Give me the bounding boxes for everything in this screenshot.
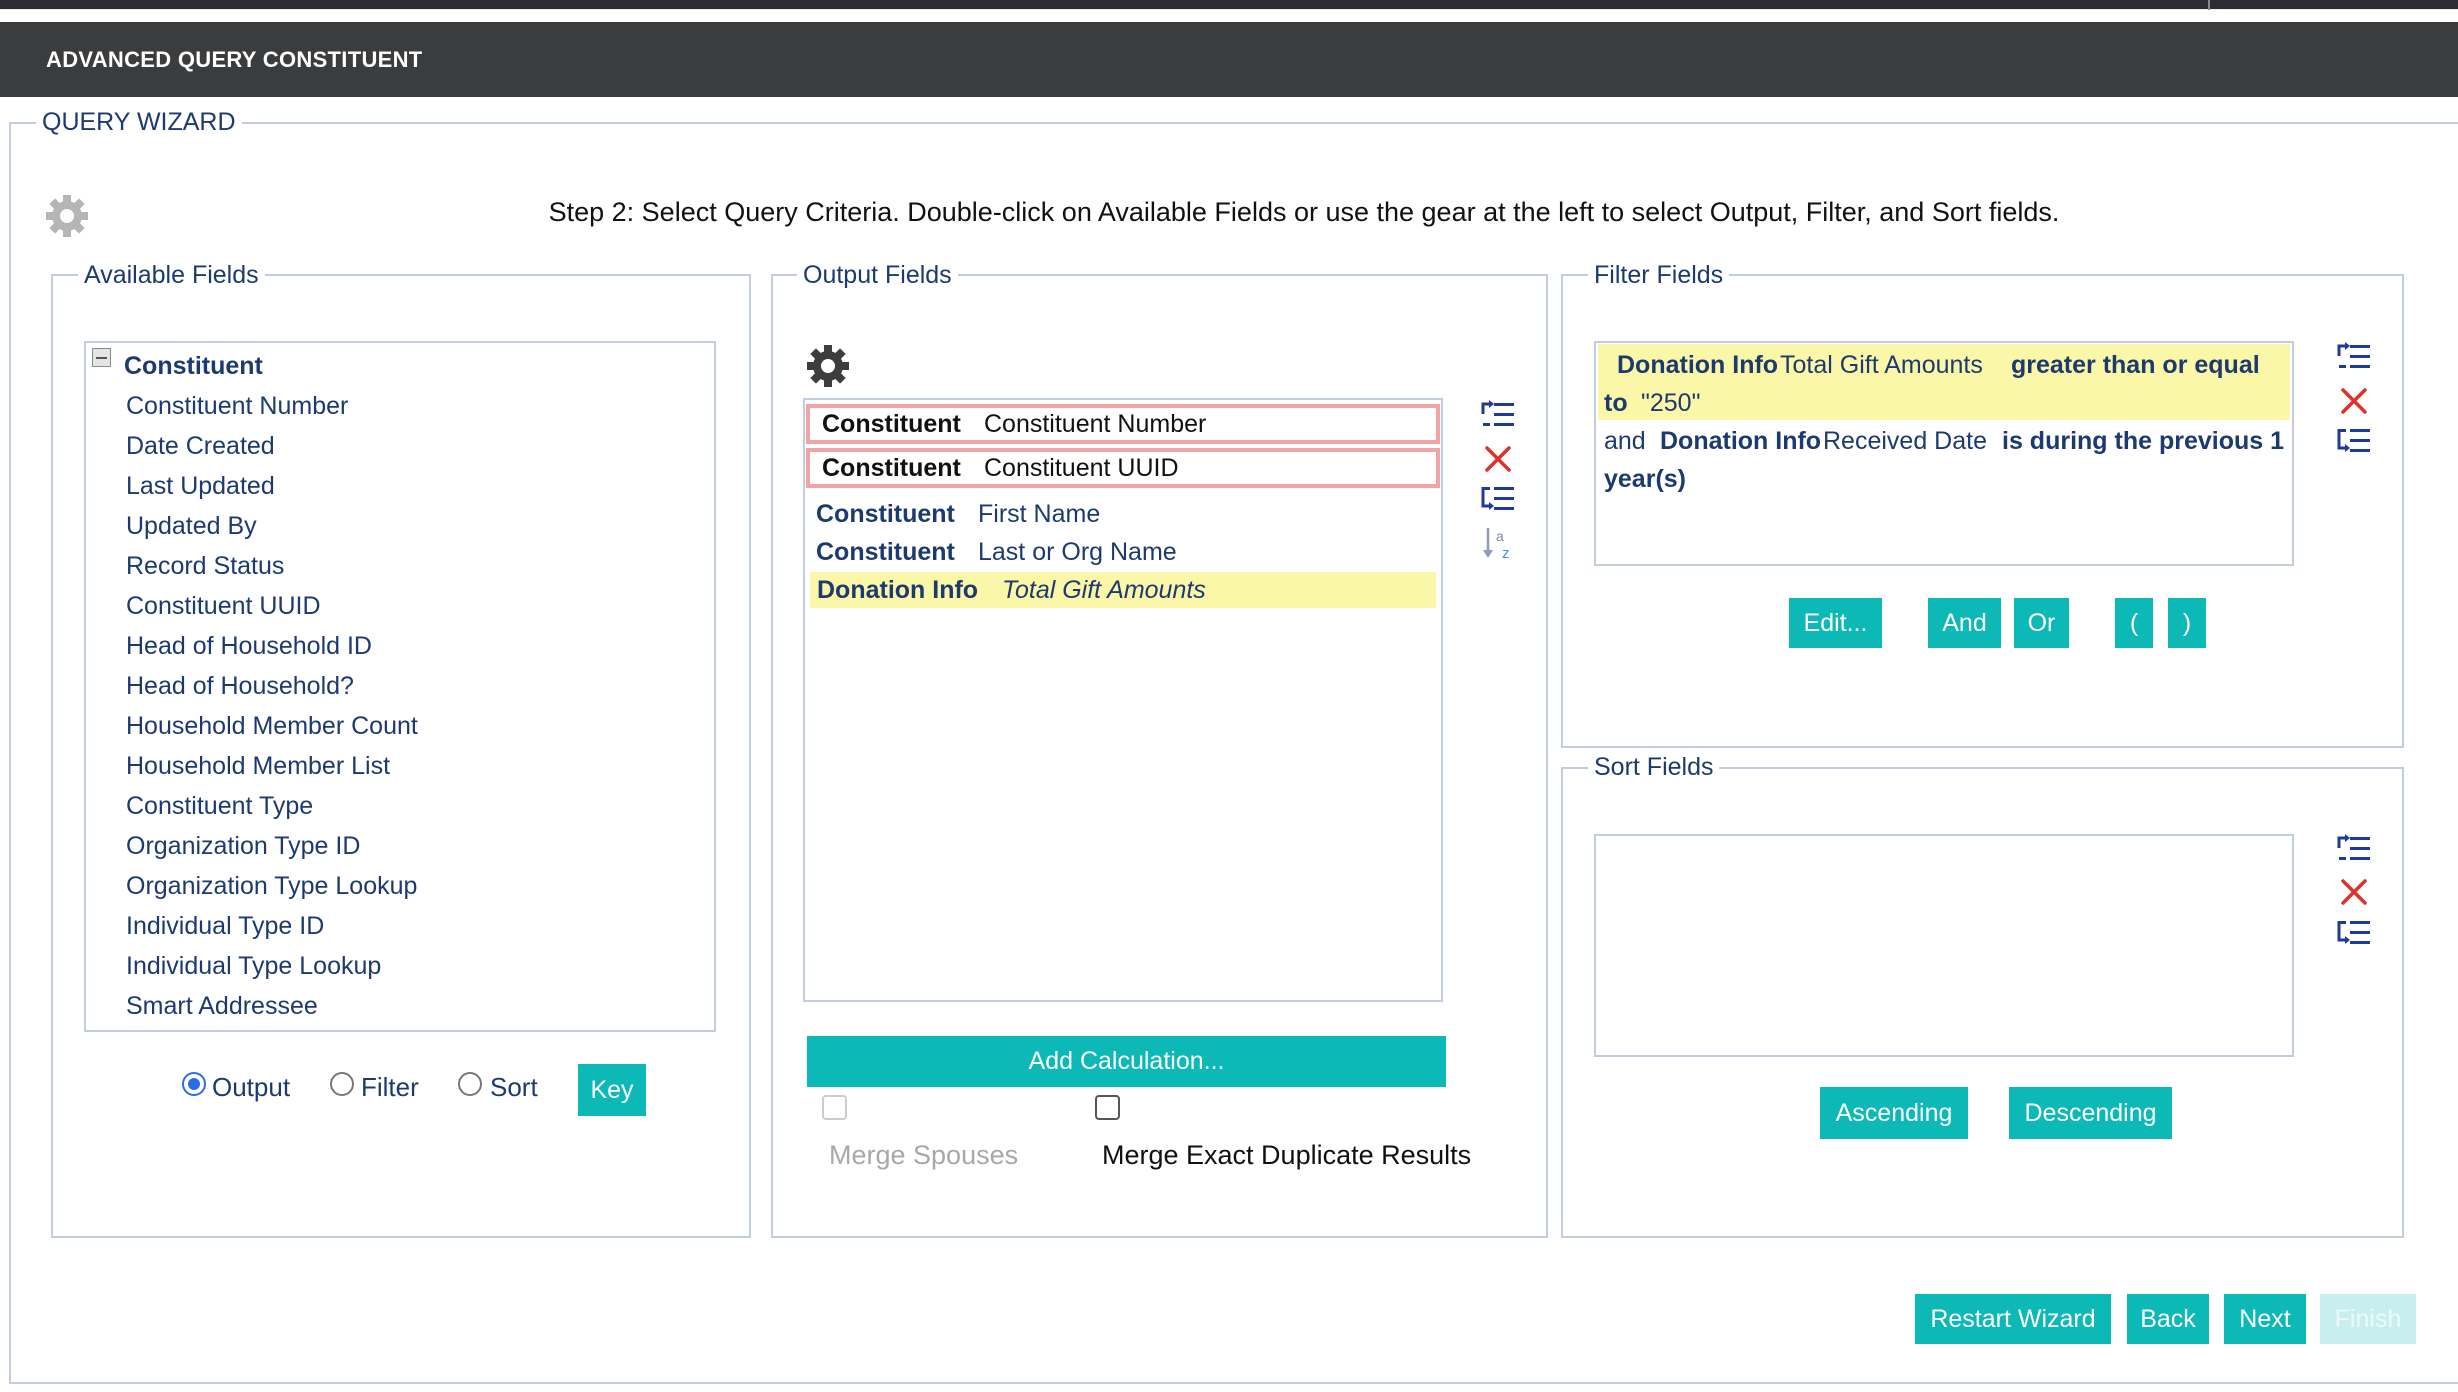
filter-radio-label[interactable]: Filter	[361, 1072, 419, 1103]
gear-icon[interactable]	[803, 341, 853, 391]
add-calculation-button[interactable]: Add Calculation...	[807, 1036, 1446, 1087]
available-field-item[interactable]: Date Created	[126, 432, 275, 461]
filter-conjunction: and	[1604, 427, 1646, 455]
filter-fields-legend: Filter Fields	[1588, 260, 1730, 290]
move-up-icon[interactable]	[2336, 834, 2372, 866]
available-field-item[interactable]: Constituent UUID	[126, 592, 321, 621]
output-radio[interactable]	[182, 1072, 206, 1096]
filter-radio[interactable]	[330, 1072, 354, 1096]
filter-value: "250"	[1641, 389, 1701, 417]
move-down-icon[interactable]	[2336, 918, 2372, 950]
move-up-icon[interactable]	[1480, 400, 1516, 432]
close-paren-button[interactable]: )	[2168, 598, 2206, 648]
sort-radio[interactable]	[458, 1072, 482, 1096]
back-button[interactable]: Back	[2127, 1294, 2209, 1344]
open-paren-button[interactable]: (	[2115, 598, 2153, 648]
and-button[interactable]: And	[1928, 598, 2001, 648]
output-row-selected[interactable]: Constituent Constituent UUID	[806, 448, 1440, 488]
step-instructions: Step 2: Select Query Criteria. Double-cl…	[548, 197, 2060, 227]
filter-field: Total Gift Amounts	[1780, 351, 1983, 379]
edit-button[interactable]: Edit...	[1789, 598, 1882, 648]
output-row-field: Constituent UUID	[984, 454, 1179, 482]
sort-fields-list[interactable]	[1594, 834, 2294, 1057]
filter-table: Donation Info	[1617, 351, 1779, 379]
filter-operator: is during the previous 1	[2002, 427, 2284, 455]
output-row-table: Constituent	[822, 410, 961, 438]
output-row[interactable]: Constituent First Name	[806, 495, 1440, 535]
filter-operator: greater than or equal	[2011, 351, 2260, 379]
output-row-field: Constituent Number	[984, 410, 1207, 438]
move-down-icon[interactable]	[1480, 484, 1516, 516]
next-button[interactable]: Next	[2224, 1294, 2306, 1344]
output-row-highlighted[interactable]: Donation Info Total Gift Amounts	[810, 572, 1436, 608]
query-wizard-legend: QUERY WIZARD	[36, 107, 242, 137]
restart-wizard-button[interactable]: Restart Wizard	[1915, 1294, 2111, 1344]
merge-duplicates-checkbox[interactable]	[1095, 1095, 1120, 1120]
available-fields-legend: Available Fields	[78, 260, 265, 290]
filter-operator-unit: year(s)	[1604, 465, 1686, 493]
available-field-item[interactable]: Organization Type Lookup	[126, 872, 417, 901]
top-strip-bar	[0, 0, 2458, 9]
svg-text:a: a	[1496, 528, 1504, 544]
output-row-field: Total Gift Amounts	[1002, 576, 1206, 604]
available-field-item[interactable]: Head of Household?	[126, 672, 354, 701]
sort-az-icon[interactable]: a z	[1482, 526, 1516, 562]
output-row-field: Last or Org Name	[978, 538, 1177, 566]
output-row-field: First Name	[978, 500, 1101, 528]
key-button[interactable]: Key	[578, 1064, 646, 1116]
page-title: ADVANCED QUERY CONSTITUENT	[46, 47, 423, 72]
output-radio-label[interactable]: Output	[212, 1072, 290, 1103]
or-button[interactable]: Or	[2014, 598, 2069, 648]
ascending-button[interactable]: Ascending	[1820, 1087, 1968, 1139]
available-field-item[interactable]: Constituent Number	[126, 392, 348, 421]
output-row-table: Constituent	[816, 538, 955, 566]
merge-duplicates-label: Merge Exact Duplicate Results	[1102, 1140, 1472, 1170]
title-bar: ADVANCED QUERY CONSTITUENT	[0, 22, 2458, 97]
top-strip-divider	[2208, 0, 2210, 10]
available-field-item[interactable]: Record Status	[126, 552, 284, 581]
collapse-icon[interactable]	[92, 348, 111, 367]
filter-field: Received Date	[1823, 427, 1987, 455]
available-field-item[interactable]: Updated By	[126, 512, 257, 541]
merge-spouses-label: Merge Spouses	[829, 1140, 1019, 1170]
available-field-item[interactable]: Last Updated	[126, 472, 275, 501]
merge-spouses-checkbox[interactable]	[822, 1095, 847, 1120]
output-fields-list[interactable]	[803, 398, 1443, 1002]
output-row[interactable]: Constituent Last or Org Name	[806, 533, 1440, 573]
filter-table: Donation Info	[1660, 427, 1822, 455]
filter-operator-to: to	[1604, 389, 1628, 417]
descending-button[interactable]: Descending	[2009, 1087, 2172, 1139]
available-field-item[interactable]: Household Member List	[126, 752, 390, 781]
tree-node-constituent[interactable]: Constituent	[124, 352, 263, 381]
output-row-table: Donation Info	[817, 576, 979, 604]
delete-icon[interactable]	[1483, 444, 1513, 474]
output-fields-legend: Output Fields	[797, 260, 958, 290]
top-strip	[0, 0, 2458, 10]
sort-fields-legend: Sort Fields	[1588, 752, 1720, 782]
available-field-item[interactable]: Individual Type Lookup	[126, 952, 381, 981]
available-field-item[interactable]: Smart Addressee	[126, 992, 318, 1021]
output-row-table: Constituent	[822, 454, 961, 482]
available-field-item[interactable]: Constituent Type	[126, 792, 313, 821]
sort-radio-label[interactable]: Sort	[490, 1072, 538, 1103]
move-down-icon[interactable]	[2336, 426, 2372, 458]
available-field-item[interactable]: Household Member Count	[126, 712, 418, 741]
available-field-item[interactable]: Individual Type ID	[126, 912, 324, 941]
finish-button[interactable]: Finish	[2320, 1294, 2416, 1344]
output-row-selected[interactable]: Constituent Constituent Number	[806, 404, 1440, 444]
available-field-item[interactable]: Head of Household ID	[126, 632, 372, 661]
svg-text:z: z	[1502, 545, 1510, 562]
delete-icon[interactable]	[2339, 877, 2369, 907]
delete-icon[interactable]	[2339, 386, 2369, 416]
output-row-table: Constituent	[816, 500, 955, 528]
move-up-icon[interactable]	[2336, 342, 2372, 374]
available-field-item[interactable]: Organization Type ID	[126, 832, 360, 861]
